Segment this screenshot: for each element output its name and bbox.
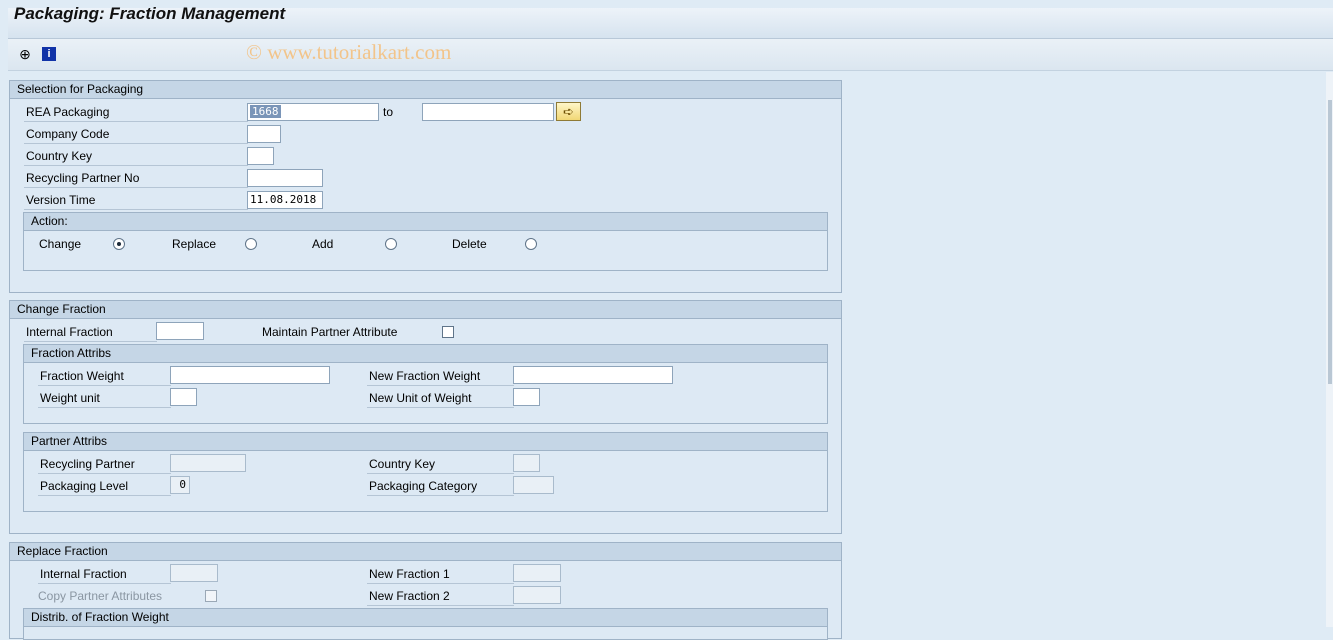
radio-replace-label: Replace bbox=[172, 237, 217, 251]
company-code-label: Company Code bbox=[24, 125, 248, 144]
new-unit-label: New Unit of Weight bbox=[367, 389, 514, 408]
partner-country-key-label: Country Key bbox=[367, 455, 514, 474]
radio-delete-label: Delete bbox=[452, 237, 487, 251]
fraction-attribs-title: Fraction Attribs bbox=[24, 345, 827, 363]
replace-internal-fraction-label: Internal Fraction bbox=[38, 565, 171, 584]
new-fraction-2-input[interactable] bbox=[513, 586, 561, 604]
recycling-partner-no-label: Recycling Partner No bbox=[24, 169, 248, 188]
new-fraction-weight-input[interactable] bbox=[513, 366, 673, 384]
window-title: Packaging: Fraction Management bbox=[14, 4, 286, 23]
recycling-partner-input[interactable] bbox=[170, 454, 246, 472]
radio-delete[interactable] bbox=[525, 238, 537, 250]
radio-change[interactable] bbox=[113, 238, 125, 250]
fraction-weight-input[interactable] bbox=[170, 366, 330, 384]
replace-fraction-title: Replace Fraction bbox=[10, 543, 841, 561]
company-code-input[interactable] bbox=[247, 125, 281, 143]
recycling-partner-no-input[interactable] bbox=[247, 169, 323, 187]
weight-unit-input[interactable] bbox=[170, 388, 197, 406]
radio-add-label: Add bbox=[312, 237, 334, 251]
recycling-partner-label: Recycling Partner bbox=[38, 455, 171, 474]
packaging-level-label: Packaging Level bbox=[38, 477, 171, 496]
new-fraction-2-label: New Fraction 2 bbox=[367, 587, 514, 606]
rea-packaging-from-value: 1668 bbox=[250, 105, 281, 118]
info-icon[interactable]: i bbox=[42, 47, 56, 61]
replace-internal-fraction-input[interactable] bbox=[170, 564, 218, 582]
new-fraction-1-label: New Fraction 1 bbox=[367, 565, 514, 584]
version-time-input[interactable]: 11.08.2018 bbox=[247, 191, 323, 209]
partner-attribs-title: Partner Attribs bbox=[24, 433, 827, 451]
packaging-level-input[interactable]: 0 bbox=[170, 476, 190, 494]
partner-country-key-input[interactable] bbox=[513, 454, 540, 472]
radio-add[interactable] bbox=[385, 238, 397, 250]
application-toolbar bbox=[8, 39, 1333, 71]
scrollbar-thumb[interactable] bbox=[1328, 100, 1332, 384]
rea-packaging-label: REA Packaging bbox=[24, 103, 248, 122]
multiple-selection-button[interactable]: ➪ bbox=[556, 102, 581, 121]
radio-selected-dot bbox=[117, 242, 121, 246]
fraction-weight-label: Fraction Weight bbox=[38, 367, 171, 386]
new-fraction-weight-label: New Fraction Weight bbox=[367, 367, 514, 386]
weight-unit-label: Weight unit bbox=[38, 389, 171, 408]
radio-replace[interactable] bbox=[245, 238, 257, 250]
country-key-label: Country Key bbox=[24, 147, 248, 166]
selection-group-title: Selection for Packaging bbox=[10, 81, 841, 99]
distrib-group: Distrib. of Fraction Weight bbox=[23, 608, 828, 640]
action-group: Action: bbox=[23, 212, 828, 271]
new-fraction-1-input[interactable] bbox=[513, 564, 561, 582]
version-time-label: Version Time bbox=[24, 191, 248, 210]
maintain-partner-checkbox[interactable] bbox=[442, 326, 454, 338]
radio-change-label: Change bbox=[39, 237, 82, 251]
rea-packaging-from-input[interactable]: 1668 bbox=[247, 103, 379, 121]
change-fraction-title: Change Fraction bbox=[10, 301, 841, 319]
maintain-partner-label: Maintain Partner Attribute bbox=[262, 325, 398, 339]
distrib-title: Distrib. of Fraction Weight bbox=[24, 609, 827, 627]
action-group-title: Action: bbox=[24, 213, 827, 231]
country-key-input[interactable] bbox=[247, 147, 274, 165]
internal-fraction-input[interactable] bbox=[156, 322, 204, 340]
copy-partner-checkbox[interactable] bbox=[205, 590, 217, 602]
execute-icon[interactable]: ⊕ bbox=[17, 46, 33, 62]
rea-packaging-to-input[interactable] bbox=[422, 103, 554, 121]
packaging-category-input[interactable] bbox=[513, 476, 554, 494]
packaging-category-label: Packaging Category bbox=[367, 477, 514, 496]
arrow-right-icon: ➪ bbox=[563, 104, 574, 119]
to-label: to bbox=[383, 105, 394, 119]
watermark: © www.tutorialkart.com bbox=[246, 40, 452, 64]
internal-fraction-label: Internal Fraction bbox=[24, 323, 157, 342]
copy-partner-label: Copy Partner Attributes bbox=[38, 589, 163, 603]
new-unit-input[interactable] bbox=[513, 388, 540, 406]
